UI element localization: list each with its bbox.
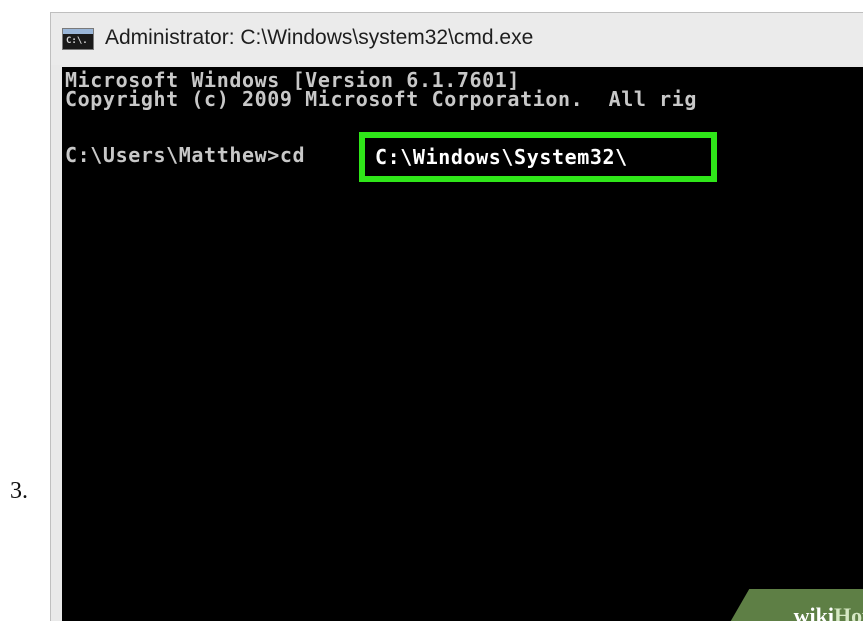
step-number: 3. <box>10 478 28 504</box>
title-bar[interactable]: C:\. Administrator: C:\Windows\system32\… <box>51 13 863 65</box>
wikihow-watermark: wikiHow <box>794 603 863 621</box>
console-area[interactable]: Microsoft Windows [Version 6.1.7601] Cop… <box>62 67 863 621</box>
watermark-part1: wiki <box>793 603 834 621</box>
highlighted-input-text: C:\Windows\System32\ <box>375 145 628 169</box>
cmd-window[interactable]: C:\. Administrator: C:\Windows\system32\… <box>50 12 863 621</box>
cmd-window-icon[interactable]: C:\. <box>62 28 94 50</box>
console-line-copyright: Copyright (c) 2009 Microsoft Corporation… <box>65 87 698 111</box>
highlighted-input-box: C:\Windows\System32\ <box>359 132 717 182</box>
console-line-prompt: C:\Users\Matthew>cd <box>65 143 306 167</box>
cmd-icon-label: C:\. <box>66 36 88 46</box>
window-title: Administrator: C:\Windows\system32\cmd.e… <box>105 26 534 49</box>
page: 3. C:\. Administrator: C:\Windows\system… <box>0 0 863 621</box>
watermark-part2: How <box>834 603 863 621</box>
